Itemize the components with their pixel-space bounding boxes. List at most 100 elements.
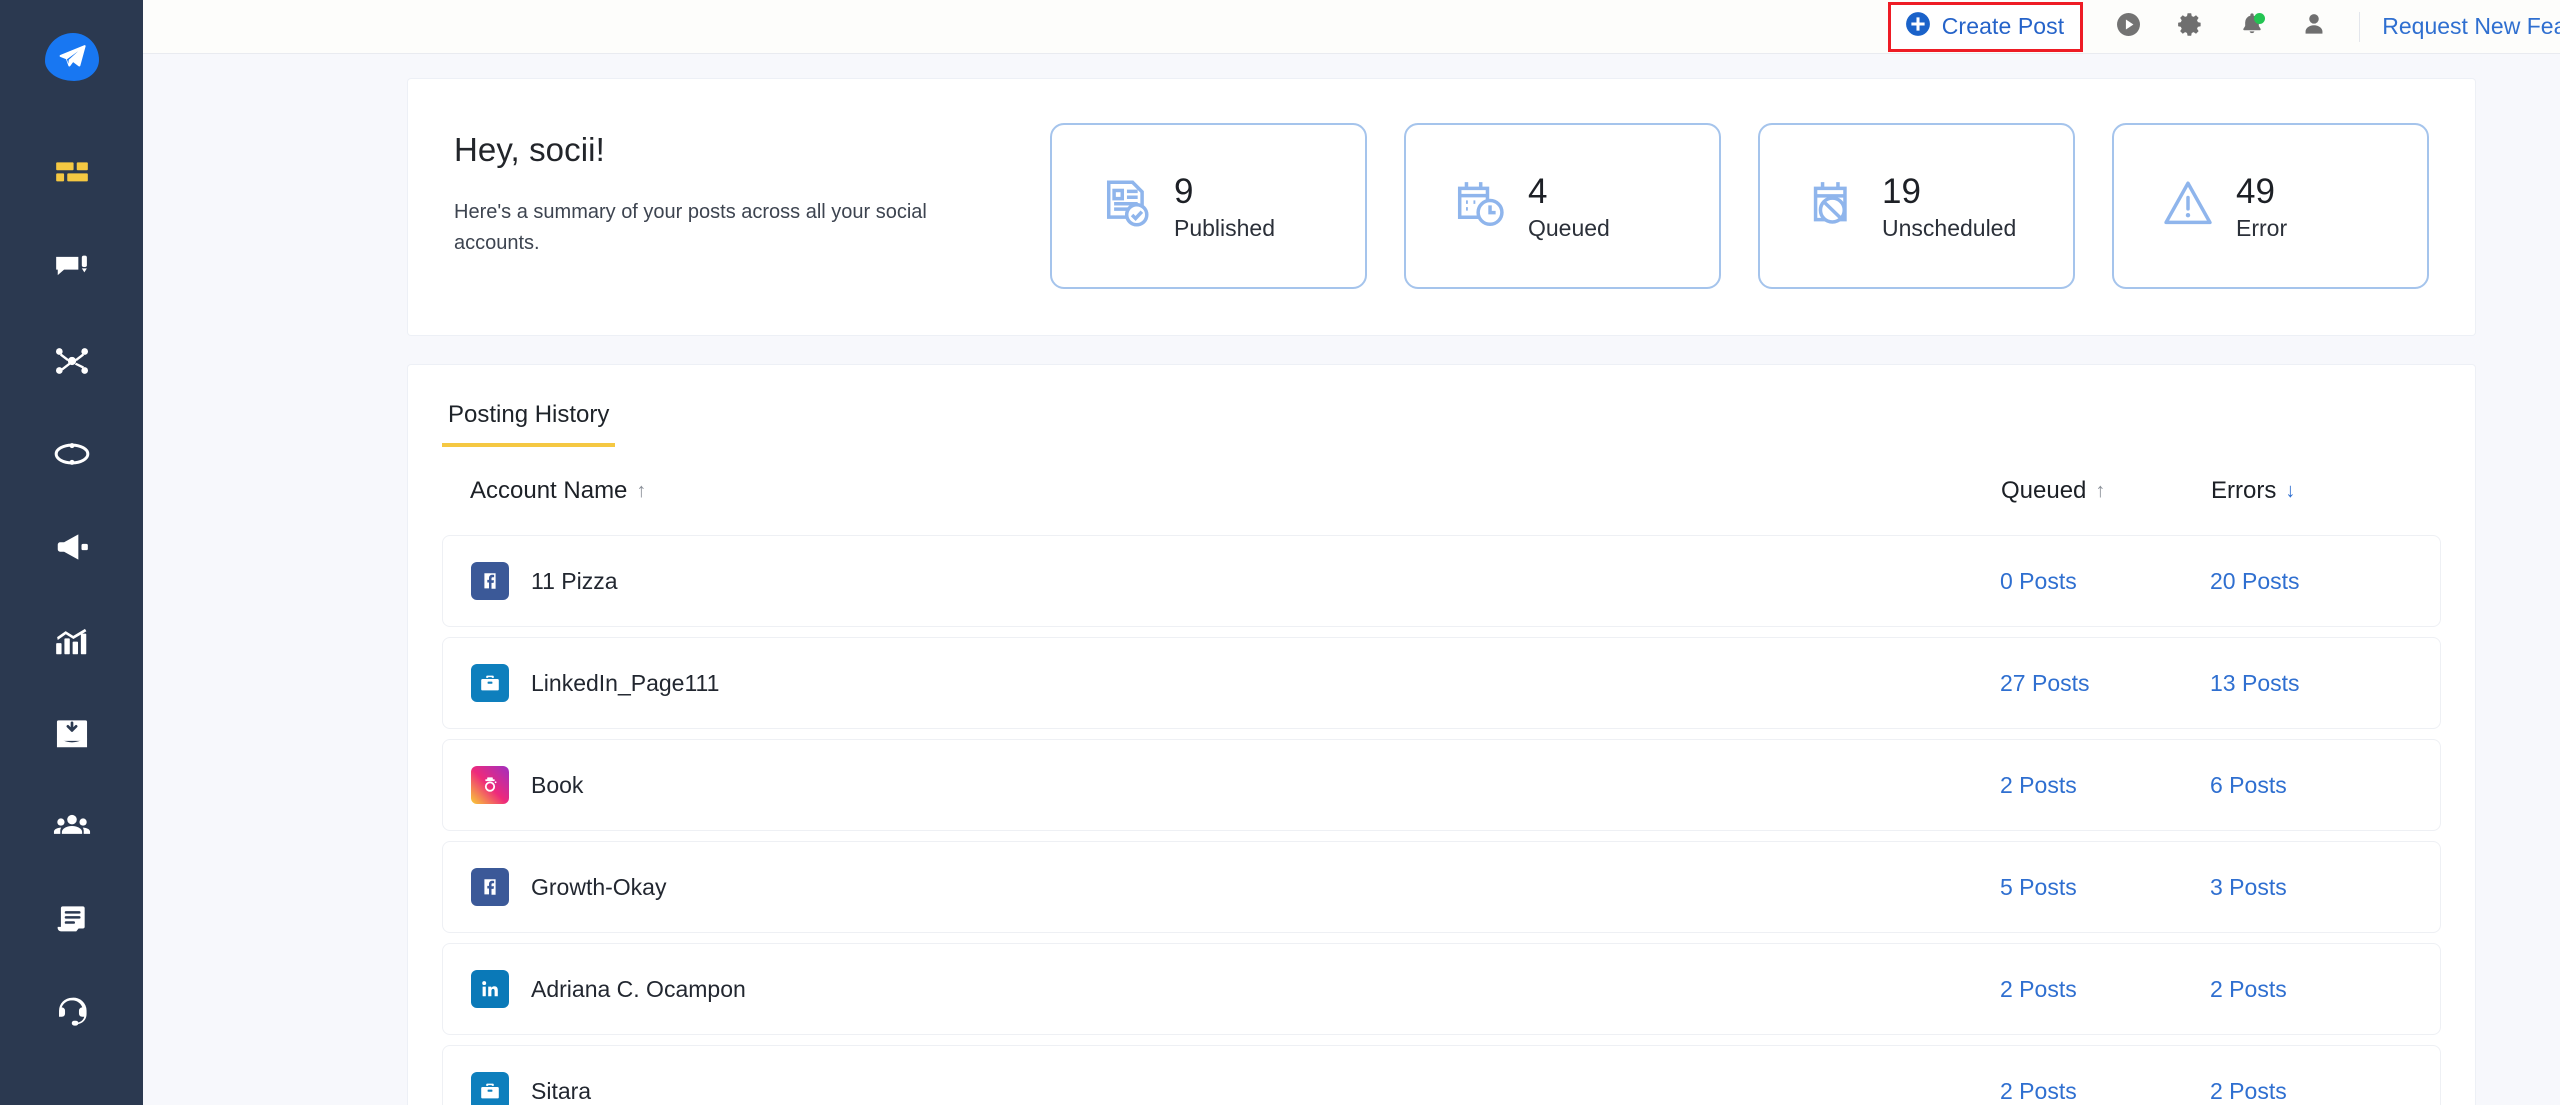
people-group-icon bbox=[53, 807, 91, 845]
stat-label: Unscheduled bbox=[1882, 214, 2017, 241]
errors-count[interactable]: 13 Posts bbox=[2210, 670, 2440, 697]
network-share-icon bbox=[53, 342, 91, 380]
notifications-button[interactable] bbox=[2221, 0, 2283, 54]
errors-count[interactable]: 2 Posts bbox=[2210, 976, 2440, 1003]
document-lines-icon bbox=[53, 900, 91, 938]
profile-button[interactable] bbox=[2283, 0, 2345, 54]
queued-count[interactable]: 2 Posts bbox=[2000, 1078, 2210, 1105]
queued-count[interactable]: 2 Posts bbox=[2000, 976, 2210, 1003]
summary-card: Hey, socii! Here's a summary of your pos… bbox=[408, 79, 2475, 335]
errors-count[interactable]: 2 Posts bbox=[2210, 1078, 2440, 1105]
queued-count[interactable]: 27 Posts bbox=[2000, 670, 2210, 697]
posting-history-table: Account Name ↑ Queued ↑ Errors ↓ 11 Pizz… bbox=[408, 447, 2475, 1105]
sort-arrow-up-icon: ↑ bbox=[636, 479, 647, 502]
stat-card-published[interactable]: 9 Published bbox=[1050, 123, 1367, 289]
queued-count[interactable]: 5 Posts bbox=[2000, 874, 2210, 901]
plus-circle-icon bbox=[1905, 11, 1931, 42]
table-row[interactable]: 11 Pizza 0 Posts 20 Posts bbox=[442, 535, 2441, 627]
sidebar-item-network[interactable] bbox=[0, 314, 143, 407]
posting-history-card: Posting History Account Name ↑ Queued ↑ bbox=[408, 365, 2475, 1105]
sidebar-item-reports[interactable] bbox=[0, 872, 143, 965]
instagram-icon bbox=[471, 766, 509, 804]
app-root: Create Post Request New Fea Hey, socii! … bbox=[0, 0, 2560, 1105]
facebook-icon bbox=[471, 562, 509, 600]
queued-count[interactable]: 2 Posts bbox=[2000, 772, 2210, 799]
create-post-label: Create Post bbox=[1941, 12, 2065, 39]
settings-button[interactable] bbox=[2159, 0, 2221, 54]
stat-value: 49 bbox=[2236, 171, 2275, 211]
column-label: Errors bbox=[2211, 477, 2277, 504]
summary-description: Here's a summary of your posts across al… bbox=[454, 201, 927, 254]
table-row[interactable]: Growth-Okay 5 Posts 3 Posts bbox=[442, 841, 2441, 933]
stat-card-unscheduled[interactable]: 19 Unscheduled bbox=[1758, 123, 2075, 289]
gear-icon bbox=[2177, 11, 2204, 43]
person-icon bbox=[2301, 11, 2327, 42]
errors-count[interactable]: 6 Posts bbox=[2210, 772, 2440, 799]
sidebar-item-campaigns[interactable] bbox=[0, 500, 143, 593]
stat-value: 19 bbox=[1882, 171, 1921, 211]
sidebar-item-support[interactable] bbox=[0, 965, 143, 1058]
column-header-queued[interactable]: Queued ↑ bbox=[2001, 477, 2211, 505]
notification-badge bbox=[2254, 12, 2266, 24]
account-name: Adriana C. Ocampon bbox=[531, 975, 746, 1002]
calendar-blocked-icon bbox=[1806, 176, 1862, 237]
sidebar bbox=[0, 0, 143, 1105]
headset-support-icon bbox=[53, 993, 91, 1031]
column-label: Queued bbox=[2001, 477, 2087, 504]
stat-label: Error bbox=[2236, 214, 2288, 241]
stat-value: 9 bbox=[1174, 171, 1194, 211]
tab-bar: Posting History bbox=[408, 397, 2475, 447]
table-row[interactable]: Sitara 2 Posts 2 Posts bbox=[442, 1045, 2441, 1105]
errors-count[interactable]: 20 Posts bbox=[2210, 568, 2440, 595]
sidebar-item-team[interactable] bbox=[0, 779, 143, 872]
warning-triangle-icon bbox=[2160, 176, 2216, 237]
account-name: Book bbox=[531, 771, 584, 798]
sidebar-item-inbox[interactable] bbox=[0, 686, 143, 779]
create-post-button[interactable]: Create Post bbox=[1887, 1, 2084, 52]
account-cell: Growth-Okay bbox=[471, 868, 2000, 906]
request-new-feature-link[interactable]: Request New Feature bbox=[2382, 13, 2560, 40]
inbox-download-icon bbox=[53, 714, 91, 752]
app-logo[interactable] bbox=[41, 26, 103, 88]
greeting-block: Hey, socii! Here's a summary of your pos… bbox=[454, 123, 1014, 259]
table-row[interactable]: Adriana C. Ocampon 2 Posts 2 Posts bbox=[442, 943, 2441, 1035]
errors-count[interactable]: 3 Posts bbox=[2210, 874, 2440, 901]
account-cell: 11 Pizza bbox=[471, 562, 2000, 600]
sidebar-item-targeting[interactable] bbox=[0, 407, 143, 500]
target-circle-icon bbox=[53, 435, 91, 473]
table-row[interactable]: Book 2 Posts 6 Posts bbox=[442, 739, 2441, 831]
facebook-icon bbox=[471, 868, 509, 906]
sidebar-item-compose[interactable] bbox=[0, 221, 143, 314]
account-cell: Sitara bbox=[471, 1072, 2000, 1105]
stat-card-queued[interactable]: 4 Queued bbox=[1404, 123, 1721, 289]
calendar-clock-icon bbox=[1452, 176, 1508, 237]
stats-row: 9 Published 4 Queued 19 Unscheduled 49 E… bbox=[1050, 123, 2429, 289]
stat-label: Queued bbox=[1528, 214, 1610, 241]
stat-value: 4 bbox=[1528, 171, 1548, 211]
top-bar: Create Post Request New Fea bbox=[143, 0, 2560, 54]
linkedin-page-icon bbox=[471, 664, 509, 702]
account-name: Sitara bbox=[531, 1077, 592, 1104]
paper-plane-logo-icon bbox=[44, 33, 99, 81]
dashboard-grid-icon bbox=[53, 156, 91, 194]
megaphone-icon bbox=[53, 528, 91, 566]
sidebar-item-analytics[interactable] bbox=[0, 593, 143, 686]
column-header-errors[interactable]: Errors ↓ bbox=[2211, 477, 2441, 505]
play-circle-button[interactable] bbox=[2097, 0, 2159, 54]
queued-count[interactable]: 0 Posts bbox=[2000, 568, 2210, 595]
account-name: Growth-Okay bbox=[531, 873, 667, 900]
table-row[interactable]: LinkedIn_Page111 27 Posts 13 Posts bbox=[442, 637, 2441, 729]
linkedin-page-icon bbox=[471, 1072, 509, 1105]
main-content: Create Post Request New Fea Hey, socii! … bbox=[143, 0, 2560, 1105]
account-cell: Adriana C. Ocampon bbox=[471, 970, 2000, 1008]
tab-posting-history[interactable]: Posting History bbox=[442, 397, 616, 447]
sidebar-item-dashboard[interactable] bbox=[0, 128, 143, 221]
column-header-account-name[interactable]: Account Name ↑ bbox=[470, 477, 2001, 505]
play-circle-icon bbox=[2115, 11, 2142, 43]
linkedin-icon bbox=[471, 970, 509, 1008]
stat-card-error[interactable]: 49 Error bbox=[2112, 123, 2429, 289]
account-name: LinkedIn_Page111 bbox=[531, 669, 720, 696]
page-scroll-area: Hey, socii! Here's a summary of your pos… bbox=[143, 54, 2560, 1105]
account-name: 11 Pizza bbox=[531, 567, 618, 594]
header-divider bbox=[2359, 11, 2361, 42]
